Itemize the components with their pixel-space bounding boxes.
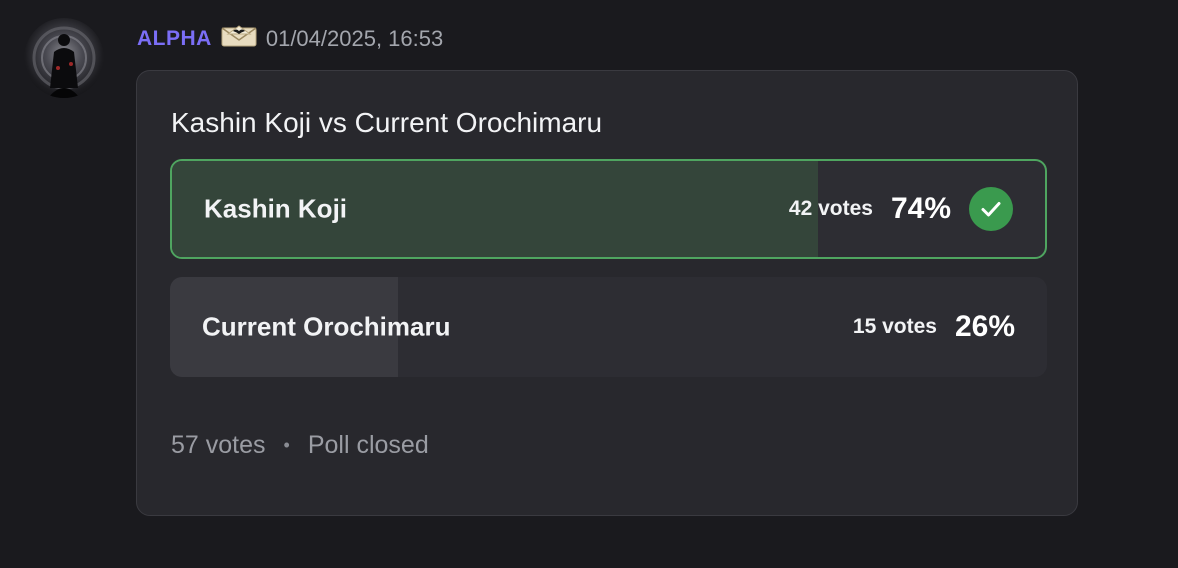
- user-avatar[interactable]: [24, 18, 104, 98]
- shadow-figure-avatar-icon: [32, 26, 96, 98]
- poll-status: Poll closed: [307, 431, 429, 459]
- footer-separator: •: [283, 435, 290, 455]
- poll-answer-votes: 42 votes: [788, 197, 873, 220]
- check-circle-icon: [969, 187, 1013, 231]
- poll-answer-current-orochimaru[interactable]: Current Orochimaru 15 votes 26%: [170, 277, 1047, 377]
- message-timestamp: 01/04/2025, 16:53: [265, 26, 444, 51]
- envelope-bat-icon[interactable]: [220, 22, 258, 48]
- poll-answer-percent: 74%: [890, 192, 951, 225]
- chat-message: ALPHA 01/04/2025, 16:53 Kashin Koji vs C…: [0, 0, 1178, 568]
- poll-footer: 57 votes • Poll closed: [171, 431, 429, 460]
- message-header: ALPHA 01/04/2025, 16:53: [137, 24, 443, 54]
- author-name[interactable]: ALPHA: [137, 27, 212, 51]
- poll-total-votes[interactable]: 57 votes: [171, 431, 266, 460]
- poll-answer-stats: 42 votes 74%: [789, 187, 1013, 231]
- poll-question: Kashin Koji vs Current Orochimaru: [171, 107, 603, 138]
- poll-answer-votes: 15 votes: [852, 315, 937, 338]
- poll-answer-label: Kashin Koji: [204, 193, 348, 224]
- poll-card: Kashin Koji vs Current Orochimaru Kashin…: [136, 70, 1078, 516]
- poll-answer-kashin-koji[interactable]: Kashin Koji 42 votes 74%: [170, 159, 1047, 259]
- poll-answer-percent: 26%: [954, 310, 1015, 343]
- poll-answer-label: Current Orochimaru: [202, 311, 451, 342]
- poll-answer-stats: 15 votes 26%: [853, 310, 1015, 344]
